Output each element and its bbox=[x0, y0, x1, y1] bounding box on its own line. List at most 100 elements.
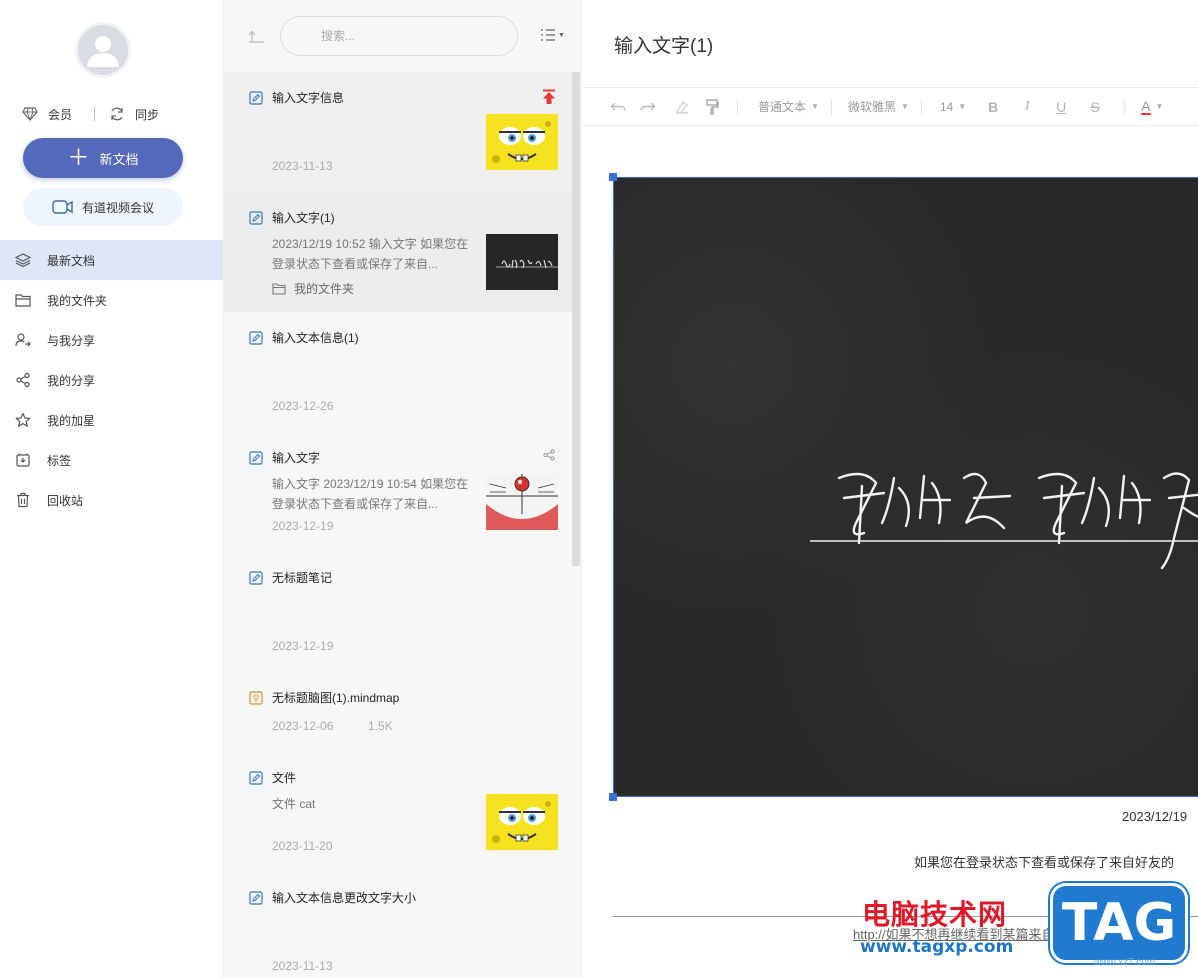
editor-pane: 输入文字(1) 普通文本 ▼ 微软雅黑 ▼ 14 ▼ B I U S A ▼ 2… bbox=[583, 0, 1198, 978]
undo-button[interactable] bbox=[605, 88, 631, 126]
document-snippet: 2023/12/19 10:52 输入文字 如果您在登录状态下查看或保存了来自.… bbox=[272, 237, 469, 271]
folder-icon bbox=[272, 282, 286, 295]
resize-handle-top-left[interactable] bbox=[609, 173, 617, 181]
video-camera-icon bbox=[52, 200, 73, 214]
document-title: 无标题脑图(1).mindmap bbox=[272, 691, 400, 705]
sync-icon bbox=[111, 107, 123, 121]
document-list-item[interactable]: 输入文字 输入文字 2023/12/19 10:54 如果您在登录状态下查看或保… bbox=[224, 432, 572, 552]
format-painter-icon bbox=[706, 98, 719, 115]
body-paragraph: 如果您在登录状态下查看或保存了来自好友的 bbox=[914, 855, 1175, 870]
document-list-pane: ▼ 输入文字信息 2023-11-13 bbox=[224, 0, 582, 978]
new-document-label: 新文档 bbox=[99, 151, 139, 167]
sidebar-item-label: 我的文件夹 bbox=[47, 293, 108, 308]
resize-handle-bottom-left[interactable] bbox=[609, 793, 617, 801]
redo-button[interactable] bbox=[631, 88, 665, 126]
document-list-item[interactable]: 输入文字信息 2023-11-13 bbox=[224, 72, 572, 192]
new-document-button[interactable]: ＋ 新文档 bbox=[23, 138, 183, 178]
document-thumbnail bbox=[486, 794, 558, 850]
bold-button[interactable]: B bbox=[976, 88, 1010, 126]
clear-format-button[interactable] bbox=[665, 88, 699, 126]
plus-icon: ＋ bbox=[67, 145, 90, 170]
note-icon bbox=[249, 211, 263, 225]
chevron-down-icon: ▼ bbox=[558, 31, 565, 39]
video-meeting-button[interactable]: 有道视频会议 bbox=[23, 188, 183, 226]
font-size-value: 14 bbox=[939, 99, 954, 114]
paragraph-style-select[interactable]: 普通文本 ▼ bbox=[758, 98, 819, 115]
list-scrollbar[interactable] bbox=[572, 72, 580, 566]
video-meeting-label: 有道视频会议 bbox=[81, 200, 154, 215]
document-list-item[interactable]: 输入文本信息更改文字大小 2023-11-13 bbox=[224, 872, 572, 978]
diamond-icon bbox=[22, 107, 38, 121]
member-sync-row: 会员 同步 bbox=[22, 103, 192, 125]
document-thumbnail bbox=[486, 234, 558, 290]
image-caption-date: 2023/12/19 bbox=[1122, 809, 1188, 824]
sidebar-item-tags[interactable]: 标签 bbox=[0, 440, 223, 480]
sidebar-item-label: 回收站 bbox=[47, 493, 84, 508]
format-painter-button[interactable] bbox=[699, 88, 725, 126]
sidebar-item-label: 我的分享 bbox=[47, 373, 96, 388]
document-snippet: 文件 cat bbox=[272, 797, 316, 811]
divider bbox=[94, 107, 96, 121]
note-icon bbox=[249, 771, 263, 785]
document-list-item[interactable]: 无标题脑图(1).mindmap 2023-12-06 1.5K bbox=[224, 672, 572, 752]
member-button[interactable]: 会员 bbox=[22, 106, 72, 123]
shared-icon[interactable] bbox=[543, 449, 555, 461]
document-title-heading[interactable]: 输入文字(1) bbox=[614, 31, 713, 58]
note-icon bbox=[249, 451, 263, 465]
document-list-item[interactable]: 文件 文件 cat 2023-11-20 bbox=[224, 752, 572, 872]
caret-down-icon: ▼ bbox=[1155, 102, 1164, 111]
document-list-item[interactable]: 无标题笔记 2023-12-19 bbox=[224, 552, 572, 672]
sidebar-item-my-shares[interactable]: 我的分享 bbox=[0, 360, 223, 400]
underline-button[interactable]: U bbox=[1044, 88, 1078, 126]
tag-icon bbox=[16, 453, 30, 467]
note-icon bbox=[249, 571, 263, 585]
document-title: 输入文字(1) bbox=[272, 211, 335, 225]
document-snippet: 输入文字 2023/12/19 10:54 如果您在登录状态下查看或保存了来自.… bbox=[272, 477, 469, 511]
italic-button[interactable]: I bbox=[1010, 88, 1044, 126]
font-family-select[interactable]: 微软雅黑 ▼ bbox=[848, 98, 909, 115]
document-date: 2023-11-20 bbox=[272, 839, 333, 853]
undo-icon bbox=[610, 102, 626, 111]
watermark-logo: TAG bbox=[1050, 883, 1188, 963]
sidebar-item-trash[interactable]: 回收站 bbox=[0, 480, 223, 520]
embedded-image[interactable] bbox=[613, 177, 1198, 797]
sidebar-item-starred[interactable]: 我的加星 bbox=[0, 400, 223, 440]
sidebar-item-recent[interactable]: 最新文档 bbox=[0, 240, 223, 280]
document-list-item-selected[interactable]: 输入文字(1) 2023/12/19 10:52 输入文字 如果您在登录状态下查… bbox=[224, 192, 572, 312]
font-color-icon: A bbox=[1141, 97, 1151, 115]
trash-icon bbox=[17, 492, 29, 508]
document-list-item[interactable]: 输入文本信息(1) 2023-12-26 bbox=[224, 312, 572, 432]
font-size-select[interactable]: 14 ▼ bbox=[940, 100, 966, 114]
note-icon bbox=[249, 331, 263, 345]
back-up-icon[interactable] bbox=[248, 28, 266, 44]
member-label: 会员 bbox=[48, 107, 73, 122]
user-avatar[interactable] bbox=[75, 22, 131, 78]
document-title: 无标题笔记 bbox=[272, 571, 333, 585]
pin-top-icon[interactable] bbox=[542, 89, 556, 105]
strikethrough-button[interactable]: S bbox=[1078, 88, 1112, 126]
sidebar-item-label: 与我分享 bbox=[47, 333, 96, 348]
toolbar-divider bbox=[920, 98, 922, 115]
sync-button[interactable]: 同步 bbox=[109, 106, 159, 123]
layers-icon bbox=[15, 253, 31, 268]
document-title: 输入文字信息 bbox=[272, 91, 345, 105]
document-size: 1.5K bbox=[368, 719, 393, 733]
view-mode-toggle[interactable]: ▼ bbox=[540, 28, 565, 42]
document-title: 输入文字 bbox=[272, 451, 321, 465]
note-icon bbox=[249, 91, 263, 105]
document-title: 输入文本信息更改文字大小 bbox=[272, 891, 417, 905]
user-icon bbox=[78, 25, 128, 75]
handwriting-image-icon bbox=[810, 472, 1198, 570]
document-title: 输入文本信息(1) bbox=[272, 331, 359, 345]
sidebar-item-folders[interactable]: 我的文件夹 bbox=[0, 280, 223, 320]
font-family-value: 微软雅黑 bbox=[847, 100, 896, 114]
mindmap-icon bbox=[249, 691, 263, 705]
folder-icon bbox=[15, 294, 31, 307]
search-input[interactable] bbox=[280, 16, 518, 56]
caret-down-icon: ▼ bbox=[958, 102, 967, 111]
eraser-icon bbox=[676, 100, 688, 114]
sidebar-item-shared-with-me[interactable]: 与我分享 bbox=[0, 320, 223, 360]
document-folder[interactable]: 我的文件夹 bbox=[272, 280, 354, 297]
document-thumbnail bbox=[486, 474, 558, 530]
font-color-select[interactable]: A ▼ bbox=[1141, 99, 1163, 115]
